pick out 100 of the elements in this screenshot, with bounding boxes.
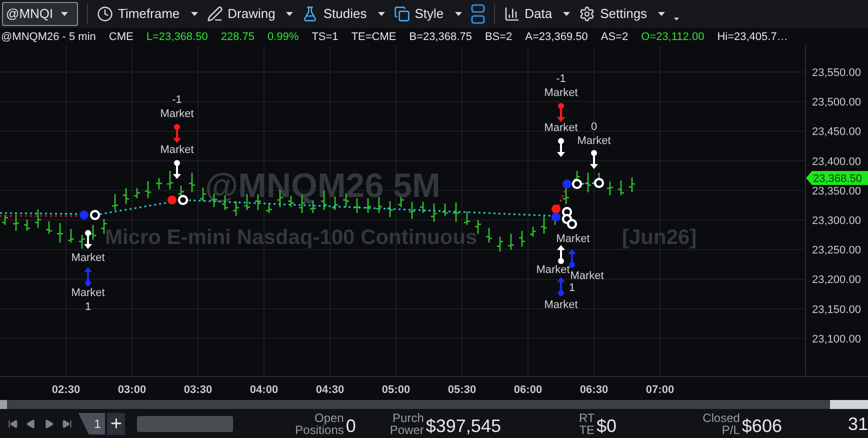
order-label: Market bbox=[544, 87, 578, 99]
caret-icon bbox=[563, 12, 570, 16]
quote-field: L=23,368.50 bbox=[146, 28, 208, 46]
order-label: 0 bbox=[590, 121, 598, 133]
ring-marker-icon bbox=[566, 218, 578, 230]
order-label: Market bbox=[71, 252, 105, 264]
order-label: Market bbox=[160, 108, 194, 120]
stat-value: $0 bbox=[596, 416, 617, 436]
price-axis-label: 23,300.00 bbox=[812, 215, 861, 227]
stat-value: $397,545 bbox=[426, 416, 501, 436]
ring-marker-icon bbox=[178, 194, 188, 206]
arrow-up-icon bbox=[557, 245, 565, 264]
fill-marker-icon bbox=[552, 204, 560, 214]
price-axis-label: 23,350.00 bbox=[812, 185, 861, 198]
clock-icon bbox=[97, 6, 113, 22]
toolbar-menu-button[interactable]: Timeframe bbox=[97, 4, 198, 24]
quote-field: 0.99% bbox=[268, 28, 299, 46]
order-label: Market bbox=[577, 135, 611, 147]
arrow-down-icon bbox=[173, 160, 181, 179]
caret-icon bbox=[378, 12, 385, 16]
time-axis-label: 05:00 bbox=[382, 384, 410, 396]
arrow-down-icon bbox=[557, 138, 565, 157]
time-axis-label: 02:30 bbox=[52, 384, 80, 396]
stat-value: 31 bbox=[848, 414, 868, 434]
time-axis-label: 06:30 bbox=[580, 384, 608, 396]
toolbar-menu-button[interactable]: Style bbox=[394, 4, 462, 24]
price-axis-label: 23,150.00 bbox=[812, 304, 861, 316]
order-label: Market bbox=[536, 264, 570, 276]
fill-marker-icon bbox=[552, 212, 560, 222]
quote-field: A=23,369.50 bbox=[525, 28, 588, 46]
arrow-up-icon bbox=[568, 249, 576, 268]
time-axis-label: 05:30 bbox=[448, 384, 476, 396]
stat-label: RT TE bbox=[578, 412, 595, 436]
chart-tab[interactable]: 1 bbox=[78, 412, 105, 434]
toolbar-menu-button[interactable]: Drawing bbox=[206, 4, 294, 24]
price-axis-label: 23,500.00 bbox=[812, 96, 861, 109]
caret-icon bbox=[454, 12, 462, 16]
order-label: Market bbox=[71, 287, 105, 299]
caret-icon bbox=[190, 12, 198, 16]
settings-icon bbox=[579, 6, 596, 22]
stat-label: Closed P/L bbox=[702, 412, 740, 436]
flask-icon bbox=[302, 6, 318, 22]
quote-field: 228.75 bbox=[220, 28, 254, 46]
quote-field: TE=CME bbox=[351, 28, 396, 46]
scrollbar[interactable] bbox=[0, 400, 868, 409]
stat-value: 0 bbox=[346, 416, 356, 436]
symbol-dropdown[interactable]: @MNQI bbox=[2, 2, 78, 26]
price-axis-label: 23,550.00 bbox=[812, 67, 861, 79]
order-label: Market bbox=[160, 144, 194, 156]
next-icon[interactable] bbox=[44, 418, 54, 428]
caret-icon[interactable] bbox=[674, 17, 680, 21]
arrow-down-icon bbox=[173, 124, 181, 143]
caret-icon bbox=[61, 12, 68, 16]
quote-field: BS=2 bbox=[484, 28, 512, 46]
toolbar-menu-button[interactable]: Data bbox=[504, 4, 570, 24]
quote-field: Hi=23,405.7… bbox=[717, 28, 788, 46]
caret-icon bbox=[658, 12, 666, 16]
quote-field: B=23,368.75 bbox=[409, 28, 472, 46]
stat-label: Purch Power bbox=[390, 412, 424, 436]
price-axis-label: 23,100.00 bbox=[812, 333, 861, 346]
order-label: -1 bbox=[172, 94, 182, 106]
arrow-down-icon bbox=[557, 103, 565, 122]
bar-chart-icon bbox=[504, 6, 520, 22]
squares-icon bbox=[394, 6, 410, 22]
order-label: -1 bbox=[556, 73, 566, 85]
ring-marker-icon bbox=[572, 178, 582, 190]
ring-marker-icon bbox=[594, 178, 604, 188]
fill-marker-icon bbox=[80, 210, 88, 220]
ring-marker-icon bbox=[90, 210, 100, 220]
order-label: 1 bbox=[568, 282, 576, 294]
layout-icon[interactable] bbox=[470, 4, 485, 24]
price-axis-label: 23,450.00 bbox=[812, 126, 861, 138]
arrow-down-icon bbox=[84, 230, 92, 249]
add-tab-button[interactable]: + bbox=[107, 412, 126, 434]
order-label: Market bbox=[544, 122, 578, 134]
previous-icon[interactable] bbox=[26, 418, 36, 428]
fill-marker-icon bbox=[168, 196, 176, 204]
stat-value: $606 bbox=[742, 416, 782, 436]
fill-marker-icon bbox=[562, 180, 572, 188]
price-axis-label: 23,400.00 bbox=[812, 156, 861, 168]
time-axis-label: 03:00 bbox=[118, 384, 146, 396]
pen-icon bbox=[206, 6, 223, 22]
price-axis-label: 23,250.00 bbox=[812, 244, 861, 257]
time-axis-label: 03:30 bbox=[184, 384, 212, 396]
order-label: 1 bbox=[84, 301, 92, 313]
arrow-up-icon bbox=[557, 277, 565, 296]
last-page-icon[interactable] bbox=[62, 418, 72, 428]
arrow-up-icon bbox=[84, 267, 92, 286]
order-label: Market bbox=[556, 233, 590, 245]
time-axis-label: 04:30 bbox=[316, 384, 344, 396]
time-axis-label: 04:00 bbox=[250, 384, 278, 396]
first-page-icon[interactable] bbox=[8, 418, 18, 428]
quote-field: @MNQM26 - 5 min bbox=[1, 28, 96, 46]
caret-icon bbox=[286, 12, 294, 16]
quote-field: AS=2 bbox=[600, 28, 628, 46]
toolbar-menu-button[interactable]: Studies bbox=[302, 4, 385, 24]
order-label: Market bbox=[570, 270, 604, 282]
toolbar-menu-button[interactable]: Settings bbox=[579, 4, 666, 24]
time-axis-label: 07:00 bbox=[646, 384, 674, 396]
quote-field: CME bbox=[108, 28, 134, 46]
